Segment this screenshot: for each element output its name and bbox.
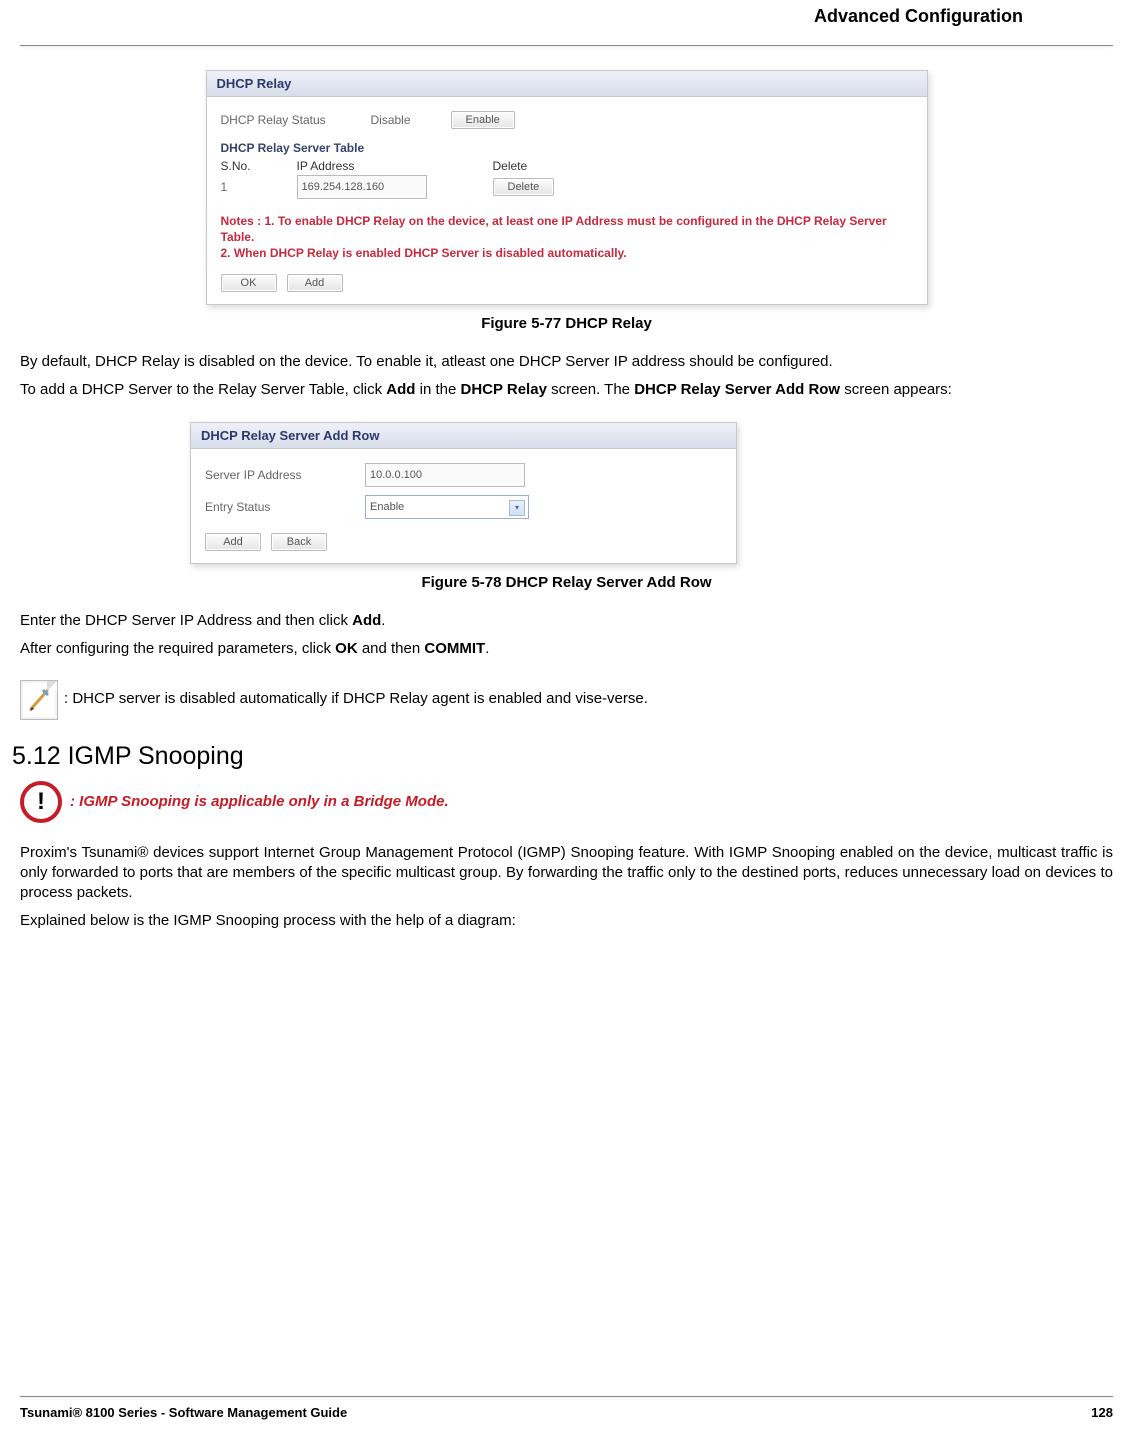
- footer-rule: [20, 1396, 1113, 1397]
- para-6: Explained below is the IGMP Snooping pro…: [20, 911, 1113, 931]
- entry-status-label: Entry Status: [205, 500, 355, 514]
- para-4-e: .: [485, 640, 489, 657]
- server-ip-input[interactable]: 10.0.0.100: [365, 463, 525, 487]
- figure-5-78-caption: Figure 5-78 DHCP Relay Server Add Row: [20, 574, 1113, 591]
- entry-status-select[interactable]: Enable ▾: [365, 495, 529, 519]
- ok-button[interactable]: OK: [221, 274, 277, 292]
- th-delete: Delete: [493, 157, 593, 175]
- add-row-panel-title: DHCP Relay Server Add Row: [191, 423, 736, 449]
- para-2: To add a DHCP Server to the Relay Server…: [20, 380, 1113, 400]
- server-ip-label: Server IP Address: [205, 468, 355, 482]
- warning-icon: !: [20, 781, 62, 823]
- para-2-b2: DHCP Relay: [460, 381, 546, 398]
- dhcp-relay-panel-title: DHCP Relay: [207, 71, 927, 97]
- chapter-title: Advanced Configuration: [20, 0, 1113, 27]
- enable-button[interactable]: Enable: [451, 111, 515, 129]
- para-5: Proxim's Tsunami® devices support Intern…: [20, 843, 1113, 904]
- para-2-e: screen appears:: [840, 381, 952, 398]
- relay-notes: Notes : 1. To enable DHCP Relay on the d…: [207, 207, 927, 268]
- para-2-c: in the: [415, 381, 460, 398]
- th-sno: S.No.: [221, 157, 281, 175]
- add-button[interactable]: Add: [287, 274, 343, 292]
- page-footer: Tsunami® 8100 Series - Software Manageme…: [20, 1396, 1113, 1420]
- relay-server-table-heading: DHCP Relay Server Table: [221, 133, 913, 157]
- para-4: After configuring the required parameter…: [20, 639, 1113, 659]
- row1-sno: 1: [221, 180, 281, 194]
- dhcp-relay-panel: DHCP Relay DHCP Relay Status Disable Ena…: [206, 70, 928, 305]
- para-3-b1: Add: [352, 612, 381, 629]
- add-row-add-button[interactable]: Add: [205, 533, 261, 551]
- para-3-a: Enter the DHCP Server IP Address and the…: [20, 612, 352, 629]
- para-2-b3: DHCP Relay Server Add Row: [634, 381, 840, 398]
- note-1-text: : DHCP server is disabled automatically …: [64, 689, 648, 709]
- row1-ip-input[interactable]: 169.254.128.160: [297, 175, 427, 199]
- para-4-a: After configuring the required parameter…: [20, 640, 335, 657]
- add-row-panel: DHCP Relay Server Add Row Server IP Addr…: [190, 422, 737, 564]
- para-3: Enter the DHCP Server IP Address and the…: [20, 611, 1113, 631]
- warning-1-text: : IGMP Snooping is applicable only in a …: [70, 793, 449, 810]
- entry-status-value: Enable: [370, 498, 404, 516]
- para-2-d: screen. The: [547, 381, 634, 398]
- warning-1: ! : IGMP Snooping is applicable only in …: [20, 781, 1113, 823]
- add-row-back-button[interactable]: Back: [271, 533, 327, 551]
- footer-doc-title: Tsunami® 8100 Series - Software Manageme…: [20, 1405, 347, 1420]
- relay-status-value: Disable: [371, 113, 441, 127]
- para-3-c: .: [381, 612, 385, 629]
- footer-page-number: 128: [1091, 1405, 1113, 1420]
- para-2-b1: Add: [386, 381, 415, 398]
- para-4-b2: COMMIT: [424, 640, 485, 657]
- para-4-b1: OK: [335, 640, 358, 657]
- para-2-a: To add a DHCP Server to the Relay Server…: [20, 381, 386, 398]
- note-1: : DHCP server is disabled automatically …: [20, 680, 1113, 720]
- para-4-c: and then: [358, 640, 425, 657]
- row1-delete-button[interactable]: Delete: [493, 178, 555, 196]
- th-ip: IP Address: [297, 157, 477, 175]
- para-1: By default, DHCP Relay is disabled on th…: [20, 352, 1113, 372]
- top-rule: [20, 45, 1113, 46]
- section-5-12-heading: 5.12 IGMP Snooping: [12, 742, 1113, 771]
- note-icon: [20, 680, 58, 720]
- relay-status-label: DHCP Relay Status: [221, 113, 361, 127]
- chevron-down-icon: ▾: [509, 500, 525, 516]
- figure-5-77-caption: Figure 5-77 DHCP Relay: [20, 315, 1113, 332]
